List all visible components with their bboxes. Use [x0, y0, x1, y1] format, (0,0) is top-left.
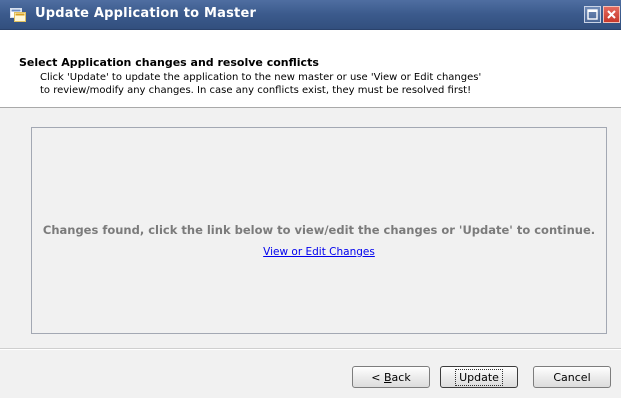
changes-message: Changes found, click the link below to v…: [42, 223, 596, 237]
button-bar: < Back Update Cancel: [0, 348, 621, 398]
maximize-button[interactable]: [584, 6, 601, 23]
back-button-mnemonic: B: [384, 370, 392, 384]
header-description: Click 'Update' to update the application…: [40, 71, 600, 97]
changes-panel: Changes found, click the link below to v…: [31, 127, 607, 334]
body-area: Changes found, click the link below to v…: [0, 108, 621, 348]
close-button[interactable]: [603, 6, 620, 23]
header-description-line-2: to review/modify any changes. In case an…: [40, 85, 472, 96]
title-bar[interactable]: Update Application to Master: [0, 0, 621, 30]
close-icon: [607, 10, 616, 19]
cancel-button-label: Cancel: [553, 370, 591, 384]
update-button[interactable]: Update: [440, 366, 518, 388]
header-description-line-1: Click 'Update' to update the application…: [40, 72, 482, 83]
back-button[interactable]: < Back: [352, 366, 430, 388]
maximize-icon: [587, 9, 598, 20]
cancel-button[interactable]: Cancel: [533, 366, 611, 388]
application-icon: [10, 8, 26, 22]
header-heading: Select Application changes and resolve c…: [19, 56, 319, 69]
back-button-prefix: <: [371, 370, 384, 384]
header-panel: Select Application changes and resolve c…: [0, 30, 621, 108]
window-title: Update Application to Master: [35, 6, 257, 21]
view-edit-changes-link[interactable]: View or Edit Changes: [32, 246, 606, 258]
update-button-label: Update: [455, 368, 503, 386]
back-button-label: ack: [391, 370, 411, 384]
